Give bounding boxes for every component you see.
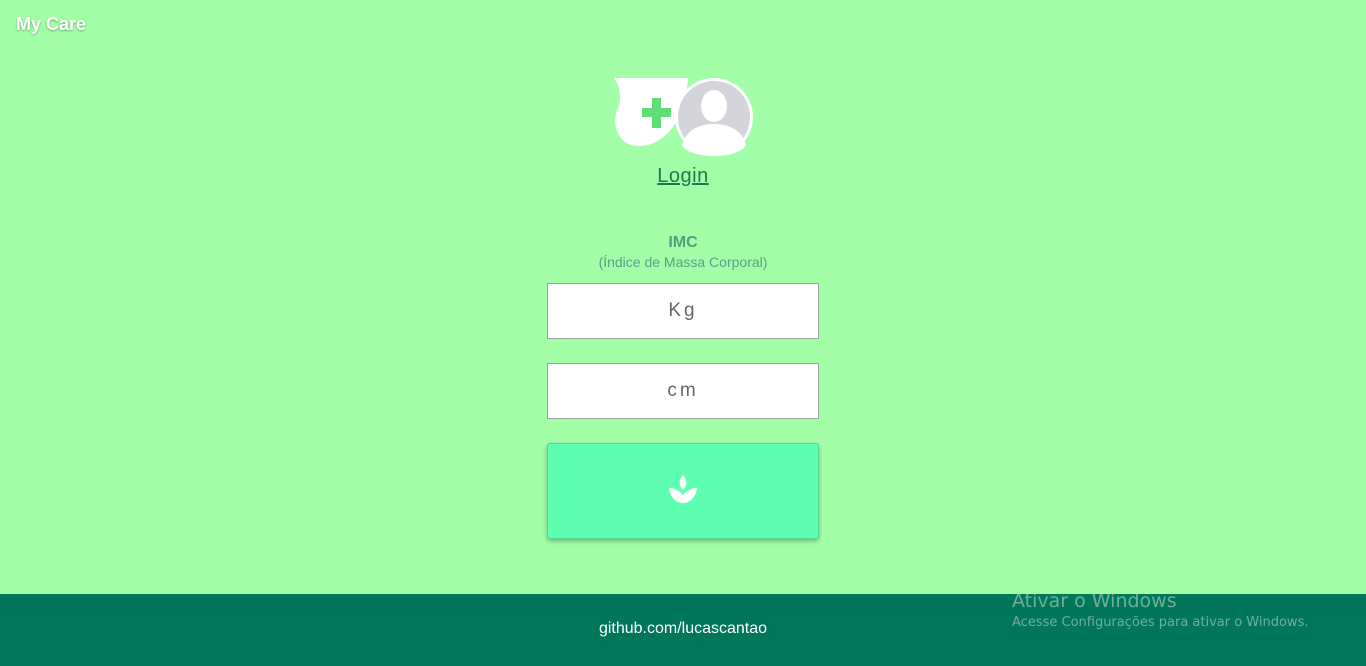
app-logo bbox=[612, 76, 754, 158]
app-title: My Care bbox=[16, 14, 87, 34]
windows-activation-title: Ativar o Windows bbox=[1012, 590, 1177, 612]
weight-input[interactable] bbox=[547, 283, 819, 339]
imc-subtitle: (Índice de Massa Corporal) bbox=[598, 254, 768, 270]
lotus-icon bbox=[667, 473, 699, 510]
calculate-button[interactable] bbox=[547, 443, 819, 539]
height-input[interactable] bbox=[547, 363, 819, 419]
windows-activation-subtitle: Acesse Configurações para ativar o Windo… bbox=[1012, 615, 1309, 630]
login-link[interactable]: Login bbox=[0, 165, 1366, 188]
imc-title: IMC bbox=[668, 234, 698, 251]
user-avatar-icon bbox=[675, 78, 753, 156]
